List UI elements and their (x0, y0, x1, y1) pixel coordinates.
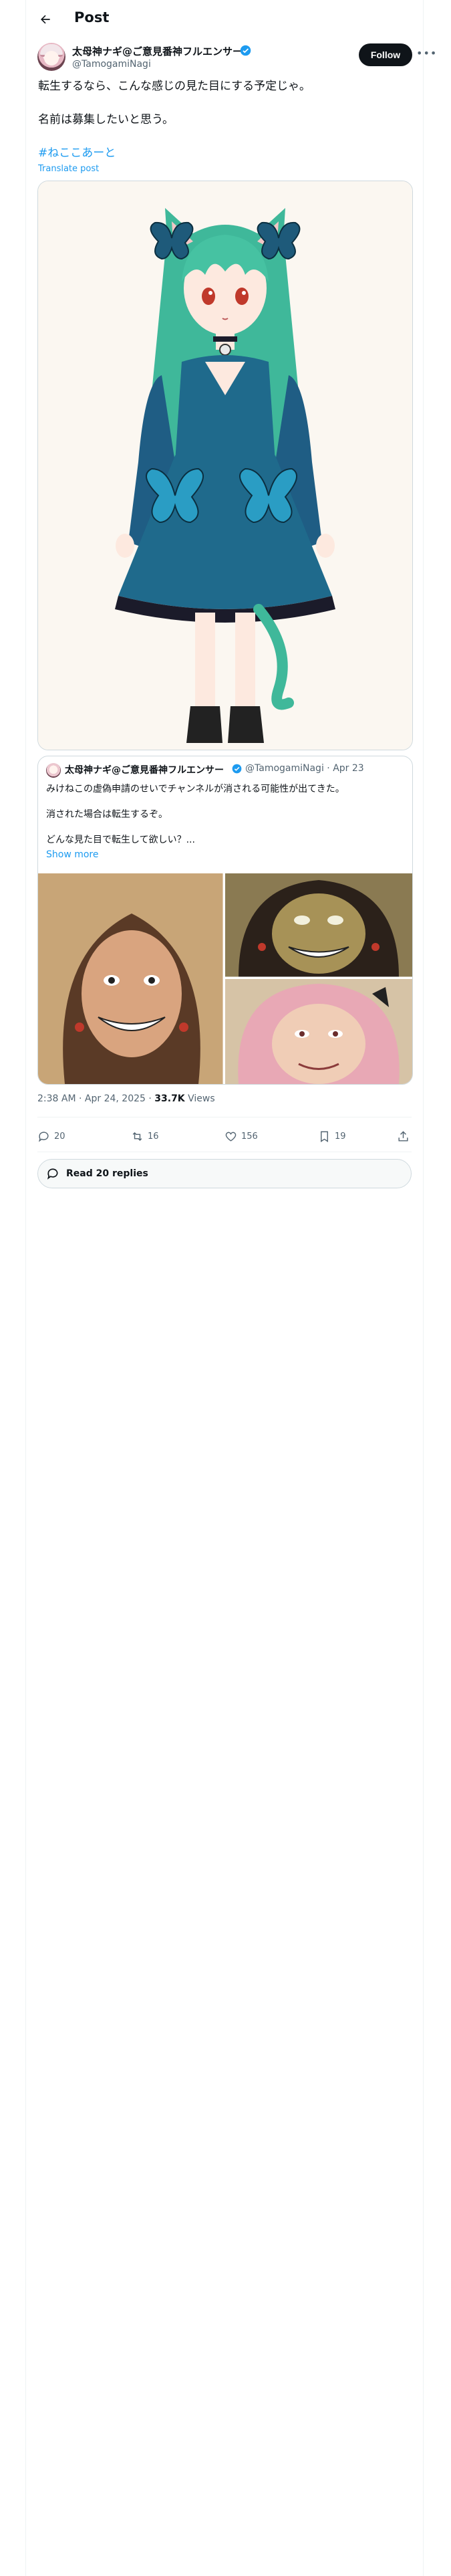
post-timestamp: 2:38 AM · Apr 24, 2025 · 33.7K Views (37, 1093, 215, 1104)
quote-verified-badge-icon (232, 764, 242, 774)
quote-line-1: みけねこの虚偽申請のせいでチャンネルが消される可能性が出てきた。 (46, 784, 345, 794)
bookmark-icon (321, 1131, 328, 1142)
repost-icon (132, 1132, 142, 1141)
top-bar: Post (26, 0, 424, 37)
author-avatar[interactable] (37, 43, 65, 71)
heart-icon (225, 1132, 237, 1142)
quoted-post[interactable]: 太母神ナギ@ご意見番神フルエンサー @TamogamiNagi · Apr 23… (37, 756, 413, 1085)
translate-post-link[interactable]: Translate post (38, 164, 99, 174)
anime-character-illustration (38, 181, 412, 750)
reply-icon (38, 1131, 49, 1142)
quote-author-name: 太母神ナギ@ご意見番神フルエンサー (65, 765, 224, 776)
repost-button[interactable]: 16 (131, 1126, 159, 1146)
follow-button[interactable]: Follow (359, 43, 412, 66)
page-title: Post (74, 9, 110, 25)
quote-image-grid[interactable] (38, 873, 412, 1084)
share-button[interactable] (397, 1126, 410, 1146)
quote-date: Apr 23 (333, 763, 364, 774)
tweet-text: 転生するなら、こんな感じの見た目にする予定じゃ。 名前は募集したいと思う。 #ね… (38, 78, 410, 162)
reply-bubble-icon (47, 1168, 58, 1180)
author-handle[interactable]: @TamogamiNagi (72, 59, 151, 70)
verified-badge-icon (240, 45, 251, 56)
reply-button[interactable]: 20 (37, 1126, 65, 1146)
reply-count: 20 (54, 1131, 65, 1142)
bookmark-button[interactable]: 19 (318, 1126, 346, 1146)
more-options-icon[interactable]: ••• (416, 47, 437, 60)
quote-line-2: 消された場合は転生するぞ。 (46, 809, 168, 820)
hashtag-link[interactable]: #ねここあーと (38, 145, 410, 162)
read-replies-label: Read 20 replies (66, 1168, 148, 1179)
show-more-link[interactable]: Show more (46, 847, 400, 862)
post-time[interactable]: 2:38 AM · Apr 24, 2025 · (37, 1093, 154, 1104)
share-icon (398, 1130, 408, 1142)
views-count: 33.7K (154, 1093, 185, 1104)
quote-avatar (46, 763, 61, 778)
action-bar: 20 16 156 19 (37, 1126, 412, 1146)
main-column: Post 太母神ナギ@ご意見番神フルエンサー @TamogamiNagi Fol… (25, 0, 436, 2576)
like-count: 156 (241, 1131, 258, 1142)
read-replies-button[interactable]: Read 20 replies (37, 1159, 412, 1188)
avatar-face (44, 51, 59, 66)
repost-count: 16 (148, 1131, 159, 1142)
bookmark-count: 19 (335, 1131, 346, 1142)
author-name[interactable]: 太母神ナギ@ご意見番神フルエンサー (72, 44, 243, 58)
quote-text: みけねこの虚偽申請のせいでチャンネルが消される可能性が出てきた。 消された場合は… (46, 782, 400, 862)
back-button[interactable] (34, 8, 57, 31)
tweet-line-2: 名前は募集したいと思う。 (38, 113, 174, 126)
tweet-line-1: 転生するなら、こんな感じの見た目にする予定じゃ。 (38, 80, 311, 93)
quote-meta: @TamogamiNagi · Apr 23 (245, 763, 364, 774)
back-arrow-icon (41, 15, 50, 24)
quote-handle: @TamogamiNagi (245, 763, 324, 774)
like-button[interactable]: 156 (224, 1126, 258, 1146)
quote-line-3: どんな見た目で転生して欲しい？... (46, 835, 195, 845)
views-label: Views (184, 1093, 215, 1104)
post-image[interactable] (37, 181, 413, 750)
